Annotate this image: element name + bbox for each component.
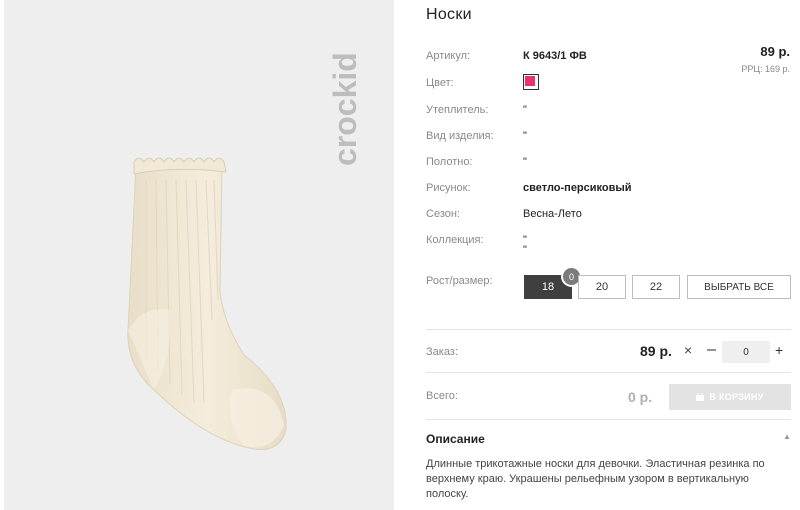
sock-image	[127, 157, 287, 450]
divider	[426, 419, 791, 420]
size-option-22[interactable]: 22	[632, 275, 680, 299]
add-to-cart-label: В КОРЗИНУ	[709, 392, 764, 402]
attr-label: Вид изделия:	[426, 130, 494, 142]
divider	[426, 372, 791, 373]
brand-logo-vertical: crockid	[327, 52, 363, 166]
divider	[426, 329, 791, 330]
brand-logo: crockid	[326, 18, 366, 168]
attr-value: "	[523, 104, 527, 116]
order-label: Заказ:	[426, 346, 458, 358]
total-label: Всего:	[426, 390, 458, 402]
product-title: Носки	[426, 6, 472, 23]
attr-value: "	[523, 156, 527, 168]
clear-order-icon[interactable]: ×	[684, 342, 692, 358]
attr-value: Весна-Лето	[523, 208, 582, 220]
recommended-retail-price: РРЦ: 169 р.	[741, 64, 790, 74]
product-photo: crockid	[4, 0, 394, 510]
quantity-input[interactable]	[722, 341, 770, 363]
attr-label: Сезон:	[426, 208, 460, 220]
collapse-caret-icon[interactable]: ▲	[783, 432, 791, 441]
decrease-quantity-button[interactable]: –	[707, 341, 716, 359]
attr-label: Цвет:	[426, 77, 454, 89]
total-value: 0 р.	[628, 389, 653, 405]
attr-value: К 9643/1 ФВ	[523, 50, 587, 62]
attr-label: Полотно:	[426, 156, 473, 168]
attr-value: светло-персиковый	[523, 182, 632, 194]
attr-label: Артикул:	[426, 50, 471, 62]
increase-quantity-button[interactable]: +	[775, 342, 783, 358]
size-option-20[interactable]: 20	[578, 275, 626, 299]
description-title[interactable]: Описание	[426, 432, 485, 446]
attr-value-2: "	[523, 244, 527, 256]
cart-icon	[696, 393, 705, 401]
product-price: 89 р.	[760, 44, 790, 59]
brand-logo-text: crockid	[327, 52, 363, 166]
size-label: Рост/размер:	[426, 275, 493, 287]
add-to-cart-button[interactable]: В КОРЗИНУ	[669, 384, 791, 410]
order-price: 89 р.	[640, 343, 672, 359]
attr-value: "	[523, 130, 527, 142]
select-all-button[interactable]: ВЫБРАТЬ ВСЕ	[687, 275, 791, 299]
attr-label: Рисунок:	[426, 182, 471, 194]
attr-label: Коллекция:	[426, 234, 484, 246]
attr-label: Утеплитель:	[426, 104, 489, 116]
description-text: Длинные трикотажные носки для девочки. Э…	[426, 458, 765, 500]
color-swatch[interactable]	[523, 74, 539, 90]
